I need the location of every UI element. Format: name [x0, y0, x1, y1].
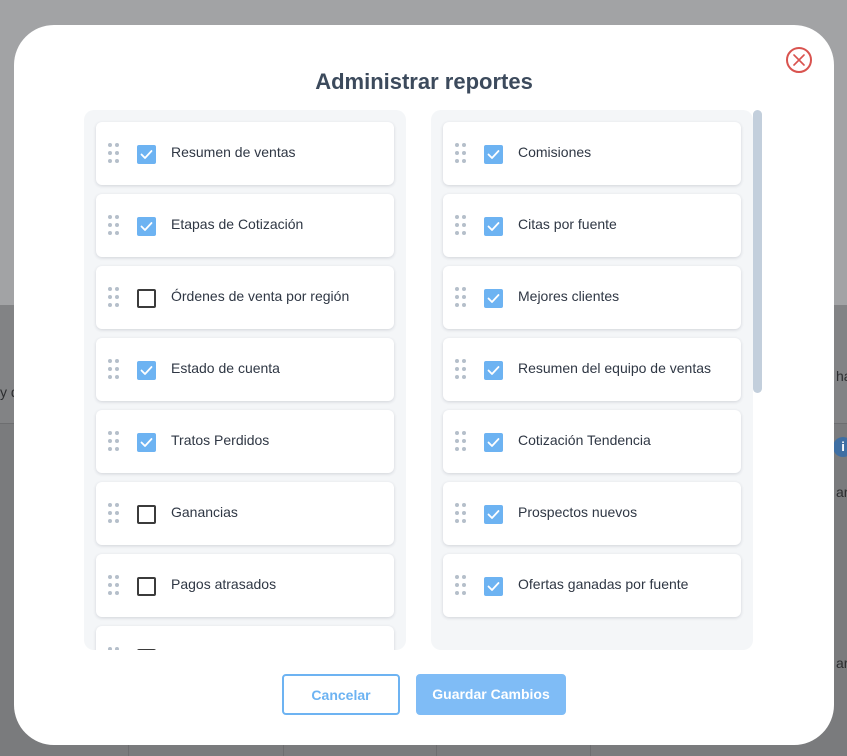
drag-handle-icon[interactable]	[455, 503, 466, 524]
report-label: Tratos Perdidos	[171, 432, 270, 448]
close-icon	[793, 54, 805, 66]
background-text: ara	[836, 655, 847, 671]
report-checkbox[interactable]	[484, 361, 503, 380]
drag-handle-icon[interactable]	[455, 359, 466, 380]
drag-handle-icon[interactable]	[108, 287, 119, 308]
report-checkbox[interactable]	[484, 217, 503, 236]
right-report-list: Comisiones Citas por fuente Mejores client…	[431, 110, 753, 650]
left-report-list: Resumen de ventas Etapas de Cotización Órd…	[84, 110, 406, 650]
report-card[interactable]: Cotización Tendencia	[443, 410, 741, 473]
manage-reports-modal: Administrar reportes Resumen de ventas Et…	[14, 25, 834, 745]
report-label: Ganancias	[171, 504, 238, 520]
checkmark-icon	[487, 294, 500, 303]
report-card[interactable]: Estado de cuenta	[96, 338, 394, 401]
background-text: ha	[836, 368, 847, 384]
report-card[interactable]: Ganancias	[96, 482, 394, 545]
report-card[interactable]: Pagos atrasados	[96, 554, 394, 617]
checkmark-icon	[487, 366, 500, 375]
report-checkbox[interactable]	[137, 361, 156, 380]
drag-handle-icon[interactable]	[455, 143, 466, 164]
report-card[interactable]: Etapas de Cotización	[96, 194, 394, 257]
scrollbar-thumb[interactable]	[753, 110, 762, 393]
report-label: Cotización Tendencia	[518, 432, 651, 448]
report-label: Citas por fuente	[518, 216, 617, 232]
drag-handle-icon[interactable]	[108, 647, 119, 650]
report-checkbox[interactable]	[137, 145, 156, 164]
checkmark-icon	[487, 222, 500, 231]
checkmark-icon	[487, 438, 500, 447]
modal-title: Administrar reportes	[315, 69, 533, 94]
report-label: Etapas de Cotización	[171, 216, 304, 232]
checkmark-icon	[487, 582, 500, 591]
report-checkbox[interactable]	[484, 577, 503, 596]
report-card[interactable]: Citas por fuente	[443, 194, 741, 257]
report-checkbox[interactable]	[484, 433, 503, 452]
info-icon: i	[833, 437, 847, 457]
report-checkbox[interactable]	[137, 577, 156, 596]
report-checkbox[interactable]	[484, 145, 503, 164]
drag-handle-icon[interactable]	[455, 431, 466, 452]
drag-handle-icon[interactable]	[108, 215, 119, 236]
report-label: Resumen del equipo de ventas	[518, 360, 712, 376]
report-card[interactable]: Comisiones	[443, 122, 741, 185]
report-label: Pagos atrasados	[171, 576, 277, 592]
checkmark-icon	[140, 150, 153, 159]
report-label: Prospectos nuevos	[518, 504, 638, 520]
report-label: Ofertas ganadas por fuente	[518, 576, 689, 592]
cancel-button[interactable]: Cancelar	[282, 674, 400, 715]
report-label: Mejores clientes	[518, 288, 620, 304]
checkmark-icon	[140, 222, 153, 231]
checkmark-icon	[140, 366, 153, 375]
checkmark-icon	[140, 438, 153, 447]
checkmark-icon	[487, 510, 500, 519]
report-checkbox[interactable]	[137, 433, 156, 452]
report-label: Comisiones	[518, 144, 592, 160]
save-changes-button[interactable]: Guardar Cambios	[416, 674, 566, 715]
drag-handle-icon[interactable]	[108, 575, 119, 596]
drag-handle-icon[interactable]	[108, 503, 119, 524]
drag-handle-icon[interactable]	[455, 215, 466, 236]
report-checkbox[interactable]	[137, 505, 156, 524]
drag-handle-icon[interactable]	[455, 287, 466, 308]
drag-handle-icon[interactable]	[108, 143, 119, 164]
report-card[interactable]: Ofertas ganadas por fuente	[443, 554, 741, 617]
report-checkbox[interactable]	[137, 217, 156, 236]
drag-handle-icon[interactable]	[108, 359, 119, 380]
report-card[interactable]: Resumen de ventas	[96, 122, 394, 185]
report-checkbox[interactable]	[484, 505, 503, 524]
report-label: Estado de cuenta	[171, 360, 280, 376]
report-label: Órdenes de venta por región	[171, 288, 350, 304]
report-checkbox[interactable]	[137, 649, 156, 650]
report-card[interactable]: Mejores clientes	[443, 266, 741, 329]
drag-handle-icon[interactable]	[108, 431, 119, 452]
report-card[interactable]: Resumen del equipo de ventas	[443, 338, 741, 401]
report-card[interactable]: Prospectos nuevos	[443, 482, 741, 545]
report-label: Resumen de ventas	[171, 144, 296, 160]
report-checkbox[interactable]	[484, 289, 503, 308]
report-card[interactable]	[96, 626, 394, 650]
checkmark-icon	[487, 150, 500, 159]
report-checkbox[interactable]	[137, 289, 156, 308]
report-card[interactable]: Tratos Perdidos	[96, 410, 394, 473]
background-text: ara	[836, 484, 847, 500]
report-card[interactable]: Órdenes de venta por región	[96, 266, 394, 329]
drag-handle-icon[interactable]	[455, 575, 466, 596]
